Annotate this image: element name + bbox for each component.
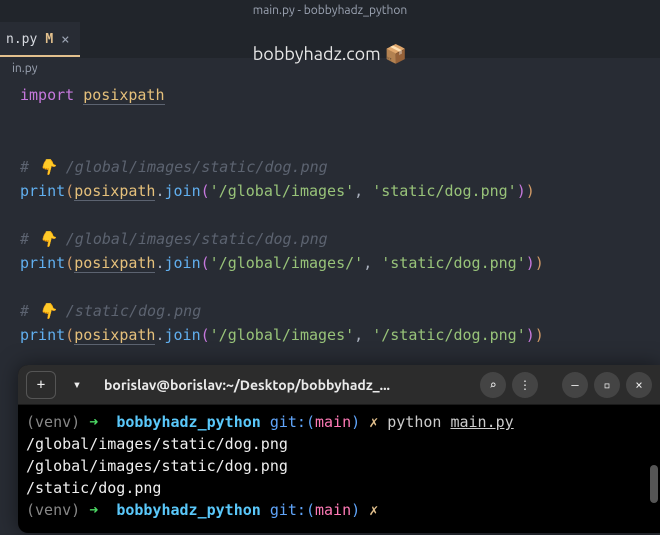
search-button[interactable]: ⌕ <box>480 372 506 398</box>
tab-filename: n.py <box>6 32 37 47</box>
close-icon[interactable]: × <box>61 32 69 48</box>
method-join: join <box>165 254 201 272</box>
terminal-window: + ▾ borislav@borislav:~/Desktop/bobbyhad… <box>18 365 660 533</box>
chevron-down-icon: ▾ <box>73 377 81 393</box>
tab-dropdown-button[interactable]: ▾ <box>62 371 92 399</box>
editor-tab-bar: n.py M × <box>0 22 660 58</box>
minimize-button[interactable]: – <box>562 372 588 398</box>
method-join: join <box>165 326 201 344</box>
minimize-icon: – <box>571 378 578 392</box>
breadcrumb-file: in.py <box>12 62 38 75</box>
module-posixpath: posixpath <box>83 86 164 105</box>
method-join: join <box>165 182 201 200</box>
builtin-print: print <box>20 254 65 272</box>
string-literal: 'static/dog.png' <box>372 182 517 200</box>
terminal-output: /global/images/static/dog.png <box>26 433 652 455</box>
comment-line: # 👇 /global/images/static/dog.png <box>20 158 328 176</box>
string-literal: '/static/dog.png' <box>372 326 526 344</box>
maximize-button[interactable]: ▫ <box>594 372 620 398</box>
menu-button[interactable]: ⋮ <box>512 372 538 398</box>
keyword-import: import <box>20 86 74 104</box>
close-icon: × <box>635 378 642 392</box>
module-ref: posixpath <box>74 182 155 201</box>
string-literal: '/global/images' <box>210 182 355 200</box>
terminal-output: /static/dog.png <box>26 477 652 499</box>
builtin-print: print <box>20 326 65 344</box>
terminal-titlebar: + ▾ borislav@borislav:~/Desktop/bobbyhad… <box>18 365 660 405</box>
window-titlebar: main.py - bobbyhadz_python <box>0 0 660 22</box>
code-editor[interactable]: import posixpath # 👇 /global/images/stat… <box>0 77 660 353</box>
close-button[interactable]: × <box>626 372 652 398</box>
terminal-line: (venv) ➜ bobbyhadz_python git:(main) ✗ p… <box>26 411 652 433</box>
comment-line: # 👇 /global/images/static/dog.png <box>20 230 328 248</box>
plus-icon: + <box>37 377 45 393</box>
terminal-scrollbar[interactable] <box>650 465 658 503</box>
builtin-print: print <box>20 182 65 200</box>
terminal-line: (venv) ➜ bobbyhadz_python git:(main) ✗ <box>26 499 652 521</box>
module-ref: posixpath <box>74 326 155 345</box>
git-modified-indicator: M <box>45 32 53 47</box>
maximize-icon: ▫ <box>603 378 610 392</box>
search-icon: ⌕ <box>489 378 496 392</box>
breadcrumb[interactable]: in.py <box>0 58 660 77</box>
comment-line: # 👇 /static/dog.png <box>20 302 201 320</box>
kebab-menu-icon: ⋮ <box>519 378 531 392</box>
terminal-body[interactable]: (venv) ➜ bobbyhadz_python git:(main) ✗ p… <box>18 405 660 533</box>
terminal-title: borislav@borislav:~/Desktop/bobbyhadz_..… <box>98 377 474 393</box>
new-tab-button[interactable]: + <box>26 371 56 399</box>
window-title: main.py - bobbyhadz_python <box>253 4 408 17</box>
string-literal: 'static/dog.png' <box>381 254 526 272</box>
string-literal: '/global/images' <box>210 326 355 344</box>
string-literal: '/global/images/' <box>210 254 364 272</box>
tab-main-py[interactable]: n.py M × <box>0 22 80 58</box>
terminal-output: /global/images/static/dog.png <box>26 455 652 477</box>
module-ref: posixpath <box>74 254 155 273</box>
